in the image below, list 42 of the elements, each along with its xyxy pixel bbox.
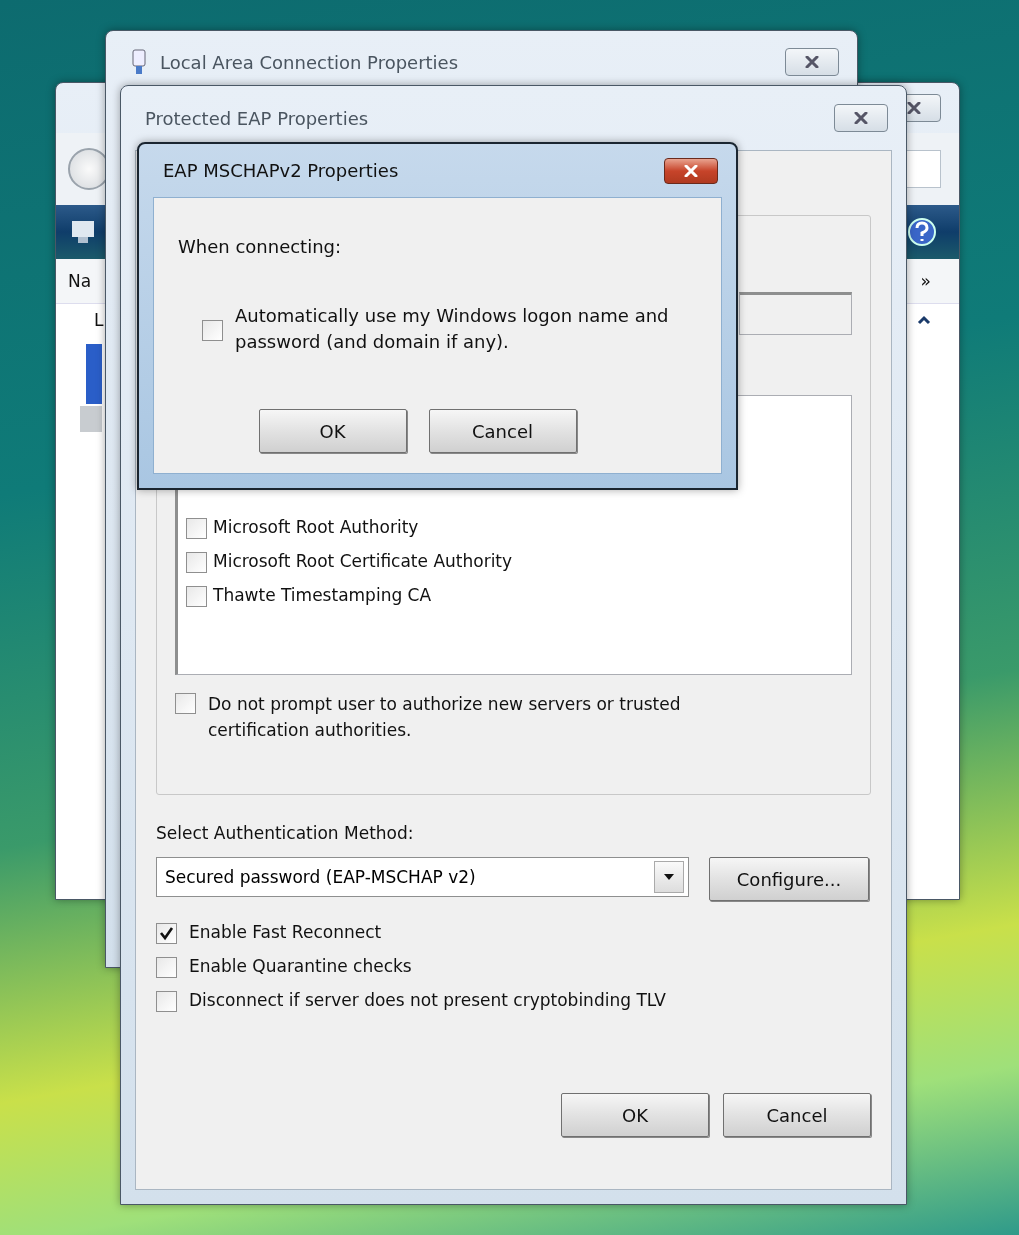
checkbox[interactable] (186, 517, 207, 539)
checkbox[interactable] (156, 990, 177, 1012)
checkbox-label: Enable Fast Reconnect (189, 921, 382, 944)
group-header: L (93, 310, 104, 330)
certificate-label: Microsoft Root Authority (213, 517, 419, 537)
close-icon (853, 112, 869, 124)
certificate-label: Thawte Timestamping CA (213, 585, 432, 605)
help-icon[interactable] (907, 217, 937, 247)
cancel-button[interactable]: Cancel (428, 409, 577, 453)
configure-button[interactable]: Configure... (709, 857, 869, 901)
checkbox-label: Do not prompt user to authorize new servers or trusted certification authorities. (208, 693, 682, 742)
close-icon (683, 164, 699, 177)
checkbox-label: Disconnect if server does not present cryptobinding TLV (189, 989, 666, 1012)
checkbox-label: Enable Quarantine checks (189, 955, 412, 978)
close-button[interactable] (834, 104, 888, 132)
prompt-text: When connecting: (178, 236, 343, 257)
close-button[interactable] (785, 48, 839, 76)
window-title: Protected EAP Properties (145, 107, 369, 129)
checkbox[interactable] (186, 585, 207, 607)
caret-icon (663, 873, 675, 881)
checkbox[interactable] (186, 551, 207, 573)
column-header[interactable]: Na (68, 271, 92, 291)
input-field[interactable] (739, 292, 852, 335)
checkbox[interactable] (156, 956, 177, 978)
computer-icon (80, 344, 102, 432)
close-button[interactable] (664, 157, 718, 184)
network-cable-icon (130, 49, 148, 75)
checkbox[interactable] (175, 693, 196, 714)
cancel-button[interactable]: Cancel (723, 1093, 871, 1137)
chevron-up-icon[interactable] (917, 315, 931, 325)
ok-button[interactable]: OK (258, 409, 407, 453)
more-chevron[interactable]: » (920, 271, 931, 291)
field-label: Select Authentication Method: (156, 823, 415, 843)
checkbox[interactable] (202, 319, 223, 341)
dropdown[interactable]: Secured password (EAP-MSCHAP v2) (156, 857, 689, 897)
checkbox-label: Automatically use my Windows logon name and password (and domain if any). (235, 304, 670, 354)
close-icon (804, 56, 820, 68)
window-title: Local Area Connection Properties (160, 51, 459, 73)
ok-button[interactable]: OK (561, 1093, 709, 1137)
certificate-label: Microsoft Root Certificate Authority (213, 551, 513, 571)
window-title: EAP MSCHAPv2 Properties (163, 160, 399, 181)
checkbox[interactable] (156, 922, 177, 944)
